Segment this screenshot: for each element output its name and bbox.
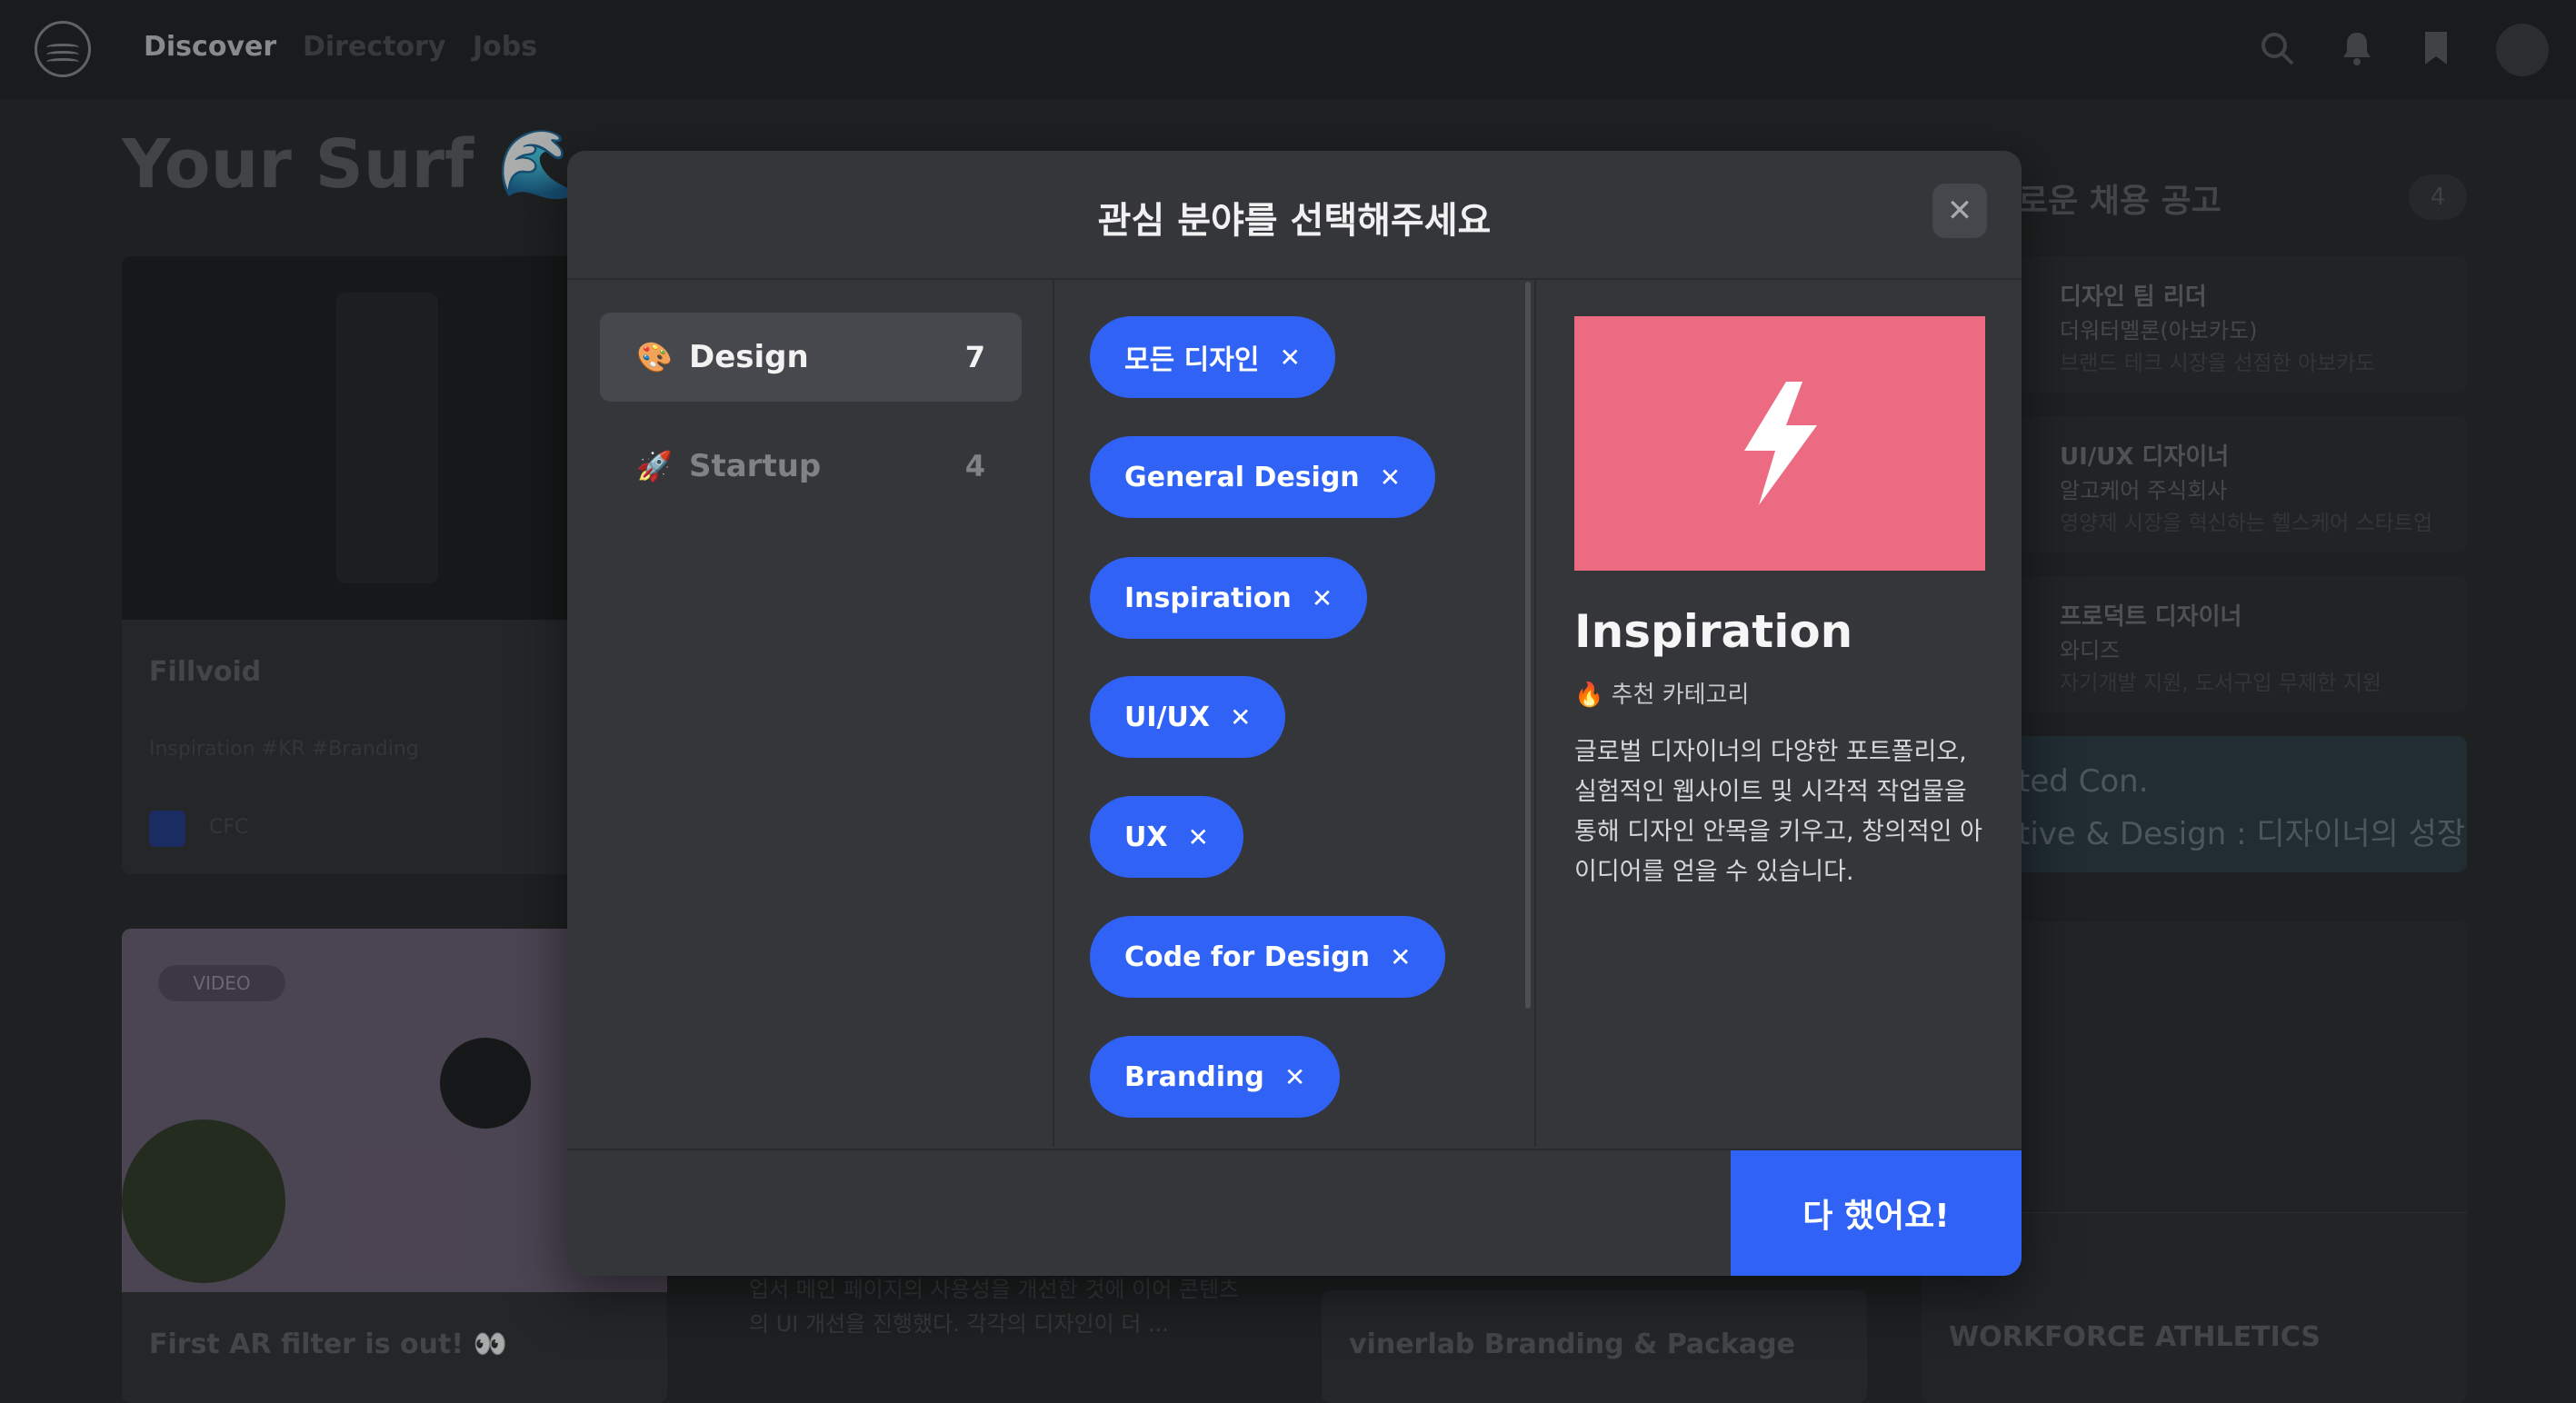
chip-remove-icon[interactable]: ✕ xyxy=(1390,942,1411,972)
chip-ui-ux[interactable]: UI/UX ✕ xyxy=(1090,676,1286,758)
detail-subtitle: 🔥 추천 카테고리 xyxy=(1574,682,1750,709)
done-button[interactable]: 다 했어요! xyxy=(1731,1150,2022,1276)
chip-remove-icon[interactable]: ✕ xyxy=(1312,583,1333,613)
chip-inspiration[interactable]: Inspiration ✕ xyxy=(1090,557,1368,639)
chip-label: UX xyxy=(1124,821,1168,853)
detail-title: Inspiration xyxy=(1574,605,1853,658)
category-hero-image xyxy=(1574,316,1985,571)
category-label: Startup xyxy=(689,448,822,484)
column-divider xyxy=(1534,278,1536,1147)
chip-branding[interactable]: Branding ✕ xyxy=(1090,1036,1341,1118)
category-count: 7 xyxy=(964,340,985,374)
palette-icon: 🎨 xyxy=(636,340,673,374)
lightning-icon xyxy=(1744,382,1817,505)
category-label: Design xyxy=(689,339,809,375)
category-startup[interactable]: 🚀 Startup 4 xyxy=(600,422,1022,511)
rocket-icon: 🚀 xyxy=(636,449,673,483)
chip-label: Branding xyxy=(1124,1060,1264,1093)
chip-remove-icon[interactable]: ✕ xyxy=(1284,1062,1305,1092)
chip-code-for-design[interactable]: Code for Design ✕ xyxy=(1090,916,1446,998)
modal-header: 관심 분야를 선택해주세요 ✕ xyxy=(567,151,2022,280)
chip-label: General Design xyxy=(1124,461,1360,493)
chip-all-design[interactable]: 모든 디자인 ✕ xyxy=(1090,316,1335,398)
chip-label: Inspiration xyxy=(1124,582,1292,614)
category-design[interactable]: 🎨 Design 7 xyxy=(600,313,1022,402)
chip-remove-icon[interactable]: ✕ xyxy=(1380,463,1401,493)
interest-selection-modal: 관심 분야를 선택해주세요 ✕ 🎨 Design 7 🚀 Startup 4 모… xyxy=(567,151,2022,1276)
chip-label: UI/UX xyxy=(1124,701,1210,733)
column-divider xyxy=(1053,278,1054,1147)
category-count: 4 xyxy=(964,449,985,483)
chip-label: Code for Design xyxy=(1124,940,1371,973)
chip-general-design[interactable]: General Design ✕ xyxy=(1090,436,1436,518)
close-icon[interactable]: ✕ xyxy=(1932,184,1987,238)
modal-title: 관심 분야를 선택해주세요 xyxy=(1097,200,1492,242)
scrollbar[interactable] xyxy=(1525,282,1531,1009)
chip-remove-icon[interactable]: ✕ xyxy=(1230,702,1251,732)
chip-remove-icon[interactable]: ✕ xyxy=(1279,343,1300,373)
chip-label: 모든 디자인 xyxy=(1124,344,1260,376)
detail-description: 글로벌 디자이너의 다양한 포트폴리오, 실험적인 웹사이트 및 시각적 작업물… xyxy=(1574,738,1982,886)
chip-ux[interactable]: UX ✕ xyxy=(1090,796,1243,878)
chip-remove-icon[interactable]: ✕ xyxy=(1188,822,1209,852)
